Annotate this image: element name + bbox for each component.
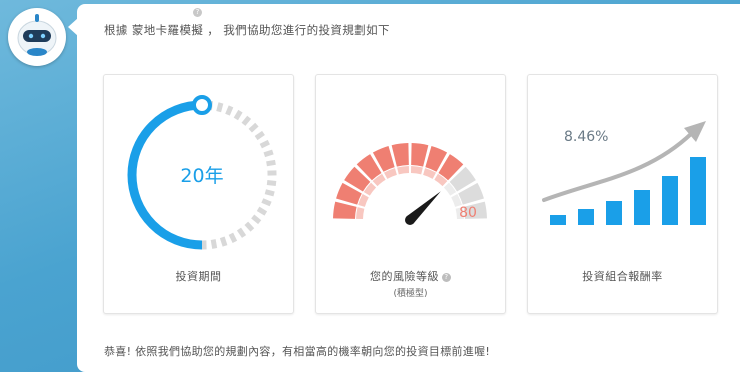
return-bar	[662, 176, 678, 225]
risk-gauge-segment-inner	[410, 166, 423, 175]
investment-period-card: 20年 投資期間	[103, 74, 294, 314]
return-bar	[550, 215, 566, 225]
period-track-dash	[266, 179, 277, 186]
risk-gauge-hub	[405, 215, 415, 225]
return-bar	[578, 209, 594, 225]
period-track-dash	[244, 221, 255, 232]
question-mark-icon[interactable]: ?	[193, 8, 202, 17]
period-value: 20年	[180, 165, 223, 187]
period-track-dash	[261, 198, 272, 207]
robot-icon	[17, 14, 57, 56]
period-track-dash	[251, 214, 262, 225]
risk-level-text: 您的風險等級	[370, 270, 439, 283]
period-track-dash	[233, 109, 243, 121]
question-mark-icon[interactable]: ?	[442, 273, 451, 282]
risk-level-card: 80 您的風險等級? (積極型)	[315, 74, 506, 314]
period-track-dash	[228, 232, 238, 243]
portfolio-return-card: 8.46% 投資組合報酬率	[527, 74, 718, 314]
return-bar	[634, 190, 650, 225]
period-progress-handle	[192, 95, 212, 115]
intro-text-label: 根據 蒙地卡羅模擬 ， 我們協助您進行的投資規劃如下	[104, 23, 390, 37]
risk-gauge-segment-inner	[397, 166, 410, 175]
risk-gauge: 80	[333, 143, 487, 225]
period-track-dash	[248, 122, 259, 133]
period-track-dash	[264, 189, 275, 197]
period-track-dash	[266, 159, 276, 167]
period-track-dash	[241, 115, 252, 126]
risk-gauge-segment	[391, 143, 409, 167]
investment-period-label: 投資期間	[175, 270, 222, 283]
period-track-dash	[219, 236, 228, 247]
return-value: 8.46%	[564, 129, 608, 145]
result-panel: 根據 蒙地卡羅模擬 ， 我們協助您進行的投資規劃如下 ? 20年 投資期間 80…	[77, 4, 740, 372]
period-track-dash	[225, 105, 234, 116]
intro-text: 根據 蒙地卡羅模擬 ， 我們協助您進行的投資規劃如下	[104, 22, 390, 38]
period-track-dash	[254, 130, 265, 141]
risk-level-label: 您的風險等級?	[316, 268, 505, 284]
period-track-dash	[236, 227, 247, 238]
period-track-dash	[263, 149, 274, 158]
risk-gauge-segment-inner	[356, 207, 365, 220]
risk-gauge-segment	[411, 143, 429, 167]
return-chart: 8.46%	[542, 121, 706, 225]
risk-gauge-segment	[333, 201, 357, 219]
period-ring: 20年	[127, 95, 277, 250]
portfolio-return-label: 投資組合報酬率	[582, 270, 663, 283]
period-track-dash	[216, 102, 224, 113]
robot-avatar	[8, 8, 66, 66]
period-track-dash	[259, 139, 270, 149]
risk-type-label: (積極型)	[393, 289, 428, 299]
period-track-dash	[256, 206, 268, 216]
risk-value: 80	[459, 205, 477, 221]
return-bar	[690, 157, 706, 225]
period-track-dash	[210, 239, 218, 249]
footer-message: 恭喜! 依照我們協助您的規劃內容，有相當高的機率朝向您的投資目標前進喔!	[104, 345, 491, 358]
return-bar	[606, 201, 622, 225]
